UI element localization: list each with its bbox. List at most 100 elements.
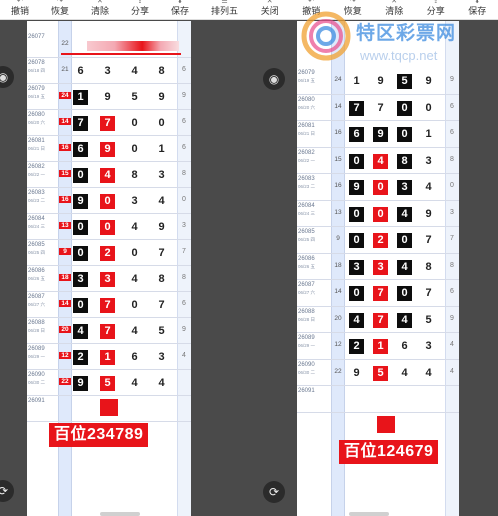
digit-cell: 3 — [158, 169, 165, 181]
period-cell: 26086 06/26 五 — [298, 256, 329, 270]
sum-cell: 18 — [334, 261, 342, 269]
period-date: 06/30 二 — [28, 380, 46, 385]
table-row: 26081 06/21 日 16 6 9 0 1 6 — [297, 121, 459, 148]
table-row: 26089 06/29 一 12 2 1 6 3 4 — [27, 344, 191, 370]
period-date: 06/20 六 — [298, 104, 316, 110]
digit-cell: 7 — [100, 116, 115, 131]
sum-cell: 14 — [334, 102, 342, 110]
left-screenshot: ↶ 撤销 ↷ 恢复 ✕ 清除 ⇪ 分享 ⬇ 保存 ☰ 排列五 26077 22 26078 06/18 四2… — [0, 0, 249, 516]
period-date: 06/21 日 — [28, 146, 46, 151]
digit-cell: 3 — [373, 259, 388, 275]
period-date: 06/25 四 — [298, 237, 316, 242]
period-cell: 26087 06/27 六 — [28, 294, 59, 308]
digit-cell: 4 — [425, 181, 432, 193]
right-toolbar: ✕ 关闭 ↶ 撤销 ↷ 恢复 ✕ 清除 ⇪ 分享 ⬇ 保存 — [249, 0, 498, 20]
period-number: 26083 — [298, 176, 315, 182]
extra-cell: 8 — [182, 274, 186, 281]
period-number: 26080 — [298, 96, 315, 103]
digit-cell: 5 — [373, 365, 388, 381]
period-date: 06/24 三 — [28, 224, 46, 229]
toolbar-button-redo[interactable]: ↷ 恢复 — [344, 0, 362, 17]
digit-cell: 9 — [73, 376, 88, 391]
sum-cell: 12 — [59, 352, 71, 359]
period-number: 26088 — [298, 308, 315, 315]
table-row: 26089 06/29 一 12 2 1 6 3 4 — [297, 333, 459, 360]
digit-cell: 9 — [353, 366, 360, 379]
toolbar-button-undo[interactable]: ↶ 撤销 — [302, 0, 320, 17]
extra-cell: 9 — [450, 76, 454, 83]
rotate-icon[interactable]: ⟳ — [263, 481, 285, 503]
digit-cell: 6 — [73, 142, 88, 157]
toolbar-button-redo[interactable]: ↷ 恢复 — [51, 0, 69, 17]
table-row: 26080 06/20 六 14 7 7 0 0 6 — [297, 95, 459, 121]
digit-cell: 4 — [100, 168, 115, 183]
eye-icon[interactable]: ◉ — [0, 66, 14, 88]
extra-cell: 8 — [450, 155, 454, 163]
digit-cell: 0 — [131, 117, 138, 129]
digit-cell: 6 — [401, 340, 408, 352]
sum-cell: 18 — [59, 274, 71, 281]
digit-cell: 0 — [73, 220, 88, 235]
digit-cell: 9 — [158, 91, 165, 103]
digit-cell: 0 — [73, 168, 88, 183]
toolbar-button-share[interactable]: ⇪ 分享 — [131, 0, 149, 17]
toolbar-button-lottery-type[interactable]: ☰ 排列五 — [211, 0, 238, 17]
left-handle[interactable] — [100, 512, 140, 516]
sum-cell: 24 — [59, 92, 71, 99]
digit-cell: 0 — [425, 101, 432, 114]
digit-cell: 7 — [158, 299, 165, 311]
sum-cell: 14 — [59, 300, 71, 307]
digit-cell: 8 — [158, 65, 165, 77]
extra-cell: 0 — [182, 196, 186, 203]
toolbar-button-label: 分享 — [130, 6, 149, 16]
toolbar-button-undo[interactable]: ↶ 撤销 — [11, 0, 29, 17]
digit-cell: 1 — [353, 75, 360, 87]
toolbar-button-label: 保存 — [170, 6, 189, 16]
digit-cell: 3 — [104, 65, 111, 77]
digit-cell: 8 — [425, 260, 432, 273]
digit-cell: 6 — [77, 65, 84, 77]
toolbar-button-label: 恢复 — [50, 6, 69, 16]
toolbar-button-close[interactable]: ✕ 关闭 — [261, 0, 279, 17]
toolbar-button-save[interactable]: ⬇ 保存 — [171, 0, 189, 17]
toolbar-button-label: 关闭 — [260, 6, 279, 16]
toolbar-button-share[interactable]: ⇪ 分享 — [427, 0, 445, 17]
period-number: 26082 — [28, 164, 45, 170]
period-date: 06/20 六 — [28, 120, 46, 125]
toolbar-button-clear[interactable]: ✕ 清除 — [385, 0, 403, 17]
highlight-strip — [87, 41, 179, 51]
period-cell: 26088 06/28 日 — [298, 309, 329, 323]
toolbar-button-save[interactable]: ⬇ 保存 — [468, 0, 486, 17]
rotate-icon[interactable]: ⟳ — [0, 480, 14, 502]
table-row: 26084 06/24 三 13 0 0 4 9 3 — [27, 214, 191, 240]
extra-cell: 6 — [450, 102, 454, 110]
digit-cell: 0 — [373, 206, 388, 222]
digit-cell: 3 — [425, 340, 432, 352]
digit-cell: 1 — [425, 128, 432, 140]
period-number: 26087 — [298, 282, 315, 288]
digit-cell: 0 — [349, 233, 364, 248]
digit-cell: 9 — [377, 75, 384, 87]
digit-cell: 7 — [158, 247, 165, 259]
period-cell: 26079 06/19 五 — [298, 70, 329, 84]
period-cell: 26086 06/26 五 — [28, 268, 59, 282]
digit-cell: 0 — [349, 153, 364, 169]
right-handle[interactable] — [349, 512, 389, 516]
clear-icon: ✕ — [97, 0, 103, 5]
share-icon: ⇪ — [137, 0, 143, 5]
sum-cell: 20 — [334, 314, 342, 322]
digit-cell: 8 — [131, 169, 138, 181]
extra-cell: 6 — [182, 300, 186, 307]
digit-cell: 9 — [425, 75, 432, 87]
digit-cell: 0 — [100, 194, 115, 209]
extra-cell: 6 — [182, 144, 186, 151]
digit-cell: 3 — [131, 195, 138, 207]
digit-cell: 4 — [373, 153, 388, 169]
share-icon: ⇪ — [432, 0, 439, 5]
digit-cell: 0 — [397, 127, 412, 142]
period-date: 06/19 五 — [28, 94, 46, 99]
eye-icon[interactable]: ◉ — [263, 68, 285, 90]
toolbar-button-clear[interactable]: ✕ 清除 — [91, 0, 109, 17]
table-row: 26080 06/20 六 14 7 7 0 0 6 — [27, 110, 191, 136]
left-toolbar: ↶ 撤销 ↷ 恢复 ✕ 清除 ⇪ 分享 ⬇ 保存 ☰ 排列五 — [0, 0, 249, 20]
